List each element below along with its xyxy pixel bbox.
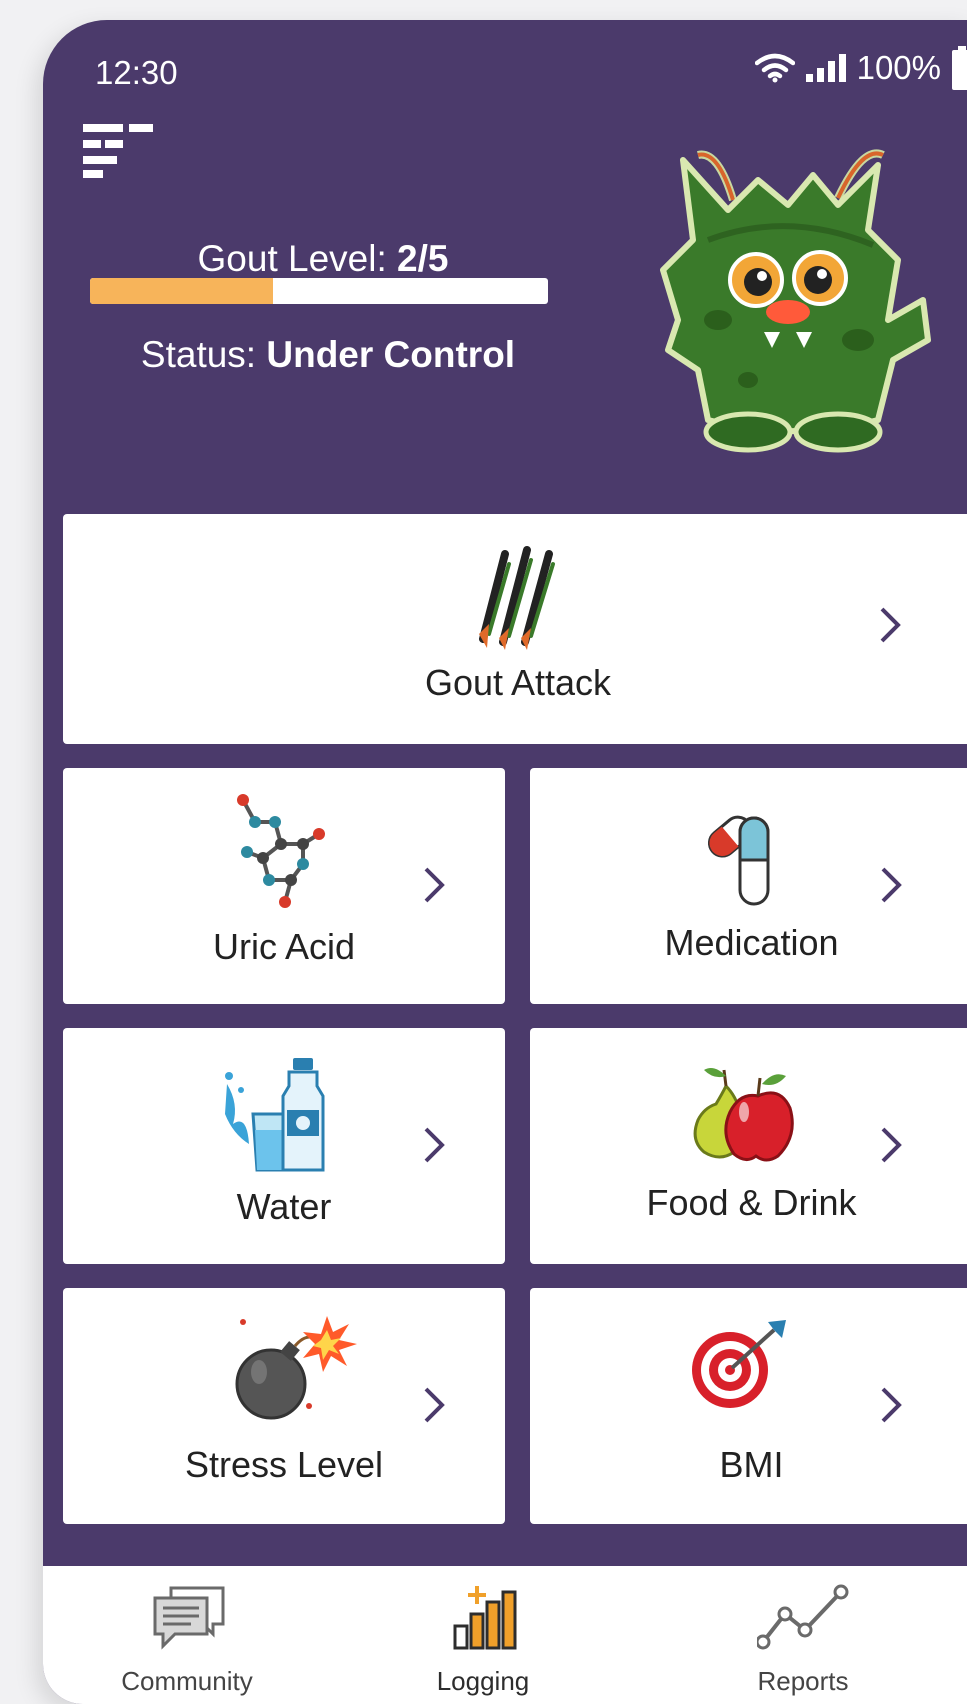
tile-label: Medication — [664, 922, 839, 963]
wifi-icon — [754, 53, 795, 83]
status-bar: 12:30 100% — [43, 20, 967, 120]
molecule-icon — [237, 794, 325, 908]
app-screen: 12:30 100% Gout Level: 2/5 Status: Under… — [43, 20, 967, 1704]
tile-bmi[interactable]: BMI — [530, 1288, 967, 1524]
tile-label: Gout Attack — [424, 662, 612, 703]
water-bottle-icon — [225, 1058, 325, 1172]
gout-level-bar — [90, 278, 548, 304]
menu-button[interactable] — [83, 124, 155, 184]
nav-item-logging[interactable]: Logging — [333, 1566, 633, 1704]
chevron-right-icon — [424, 1387, 445, 1423]
chat-bubbles-icon — [153, 1586, 225, 1650]
status-indicators: 100% — [754, 46, 967, 90]
tile-label: Stress Level — [184, 1444, 384, 1485]
gout-monster-mascot — [660, 149, 931, 453]
status-label: Status: — [140, 334, 257, 375]
status-time: 12:30 — [95, 54, 178, 91]
menu-icon — [83, 124, 153, 178]
tile-label: Uric Acid — [212, 926, 356, 967]
tile-medication[interactable]: Medication — [530, 768, 967, 1004]
nav-label: Logging — [436, 1666, 530, 1696]
nav-label: Community — [121, 1666, 253, 1696]
nav-item-reports[interactable]: Reports — [653, 1566, 953, 1704]
tile-gout-attack[interactable]: Gout Attack — [63, 514, 967, 744]
tile-uric-acid[interactable]: Uric Acid — [63, 768, 505, 1004]
status-line: Status: Under Control — [83, 334, 573, 376]
tile-label: Water — [236, 1186, 332, 1227]
bottom-nav: Community Logging Reports — [43, 1566, 967, 1704]
apple-pear-icon — [693, 1068, 794, 1162]
line-graph-icon — [757, 1584, 849, 1650]
chevron-right-icon — [881, 1387, 902, 1423]
tile-water[interactable]: Water — [63, 1028, 505, 1264]
bar-chart-plus-icon — [453, 1586, 517, 1650]
claw-scratch-icon — [479, 546, 555, 650]
bomb-icon — [235, 1316, 357, 1420]
tile-stress-level[interactable]: Stress Level — [63, 1288, 505, 1524]
gout-level-label: Gout Level: — [197, 238, 387, 279]
tile-label: BMI — [719, 1444, 784, 1485]
battery-percentage: 100% — [856, 49, 941, 86]
chevron-right-icon — [424, 1127, 445, 1163]
nav-label: Reports — [757, 1666, 849, 1696]
gout-level: Gout Level: 2/5 — [83, 238, 563, 280]
tile-label: Food & Drink — [646, 1182, 857, 1223]
gout-level-value: 2/5 — [397, 238, 449, 279]
chevron-right-icon — [880, 607, 901, 643]
battery-icon — [952, 46, 967, 90]
gout-level-bar-fill — [90, 278, 274, 304]
tile-food-drink[interactable]: Food & Drink — [530, 1028, 967, 1264]
pill-capsule-icon — [707, 815, 770, 906]
chevron-right-icon — [881, 867, 902, 903]
nav-item-community[interactable]: Community — [43, 1566, 337, 1704]
status-value: Under Control — [266, 334, 516, 375]
signal-icon — [805, 54, 846, 82]
chevron-right-icon — [881, 1127, 902, 1163]
chevron-right-icon — [424, 867, 445, 903]
target-icon — [692, 1320, 786, 1408]
